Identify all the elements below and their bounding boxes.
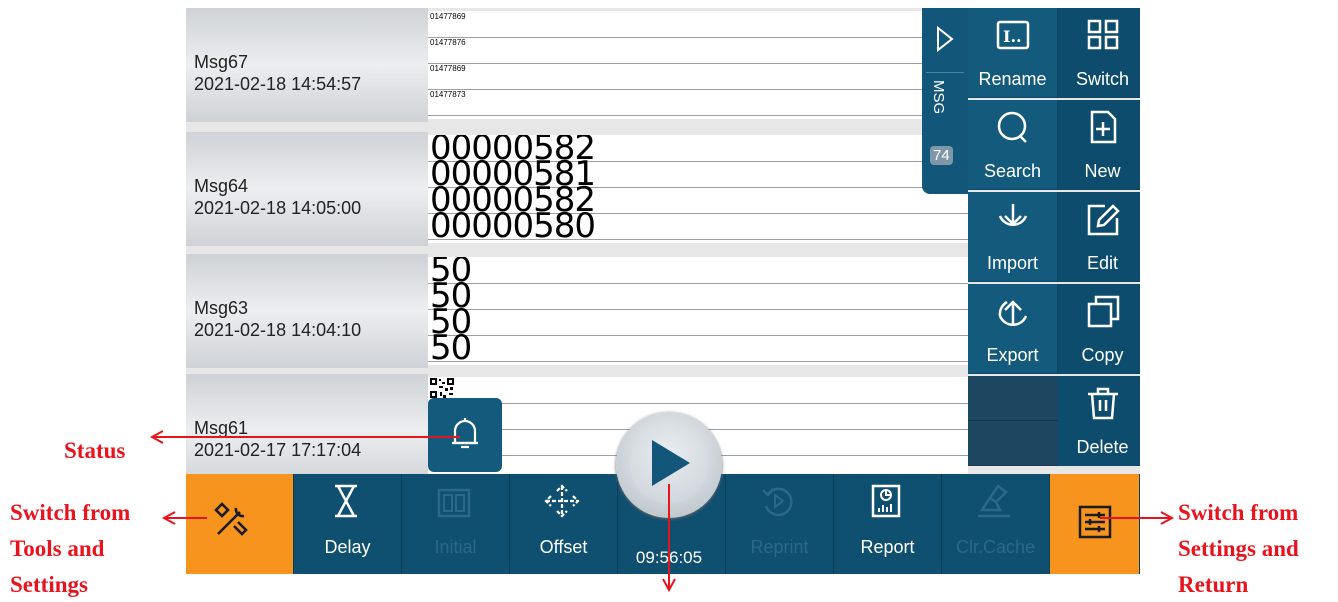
right-annotation-line2: Settings and [1178, 536, 1299, 561]
left-annotation-line1: Switch from [10, 500, 131, 525]
left-annotation-line3: Settings [10, 572, 88, 597]
right-annotation-line3: Return [1178, 572, 1249, 597]
annotation-arrows [149, 430, 1175, 593]
status-annotation: Status [64, 438, 126, 463]
right-annotation-line1: Switch from [1178, 500, 1299, 525]
left-annotation-line2: Tools and [10, 536, 105, 561]
